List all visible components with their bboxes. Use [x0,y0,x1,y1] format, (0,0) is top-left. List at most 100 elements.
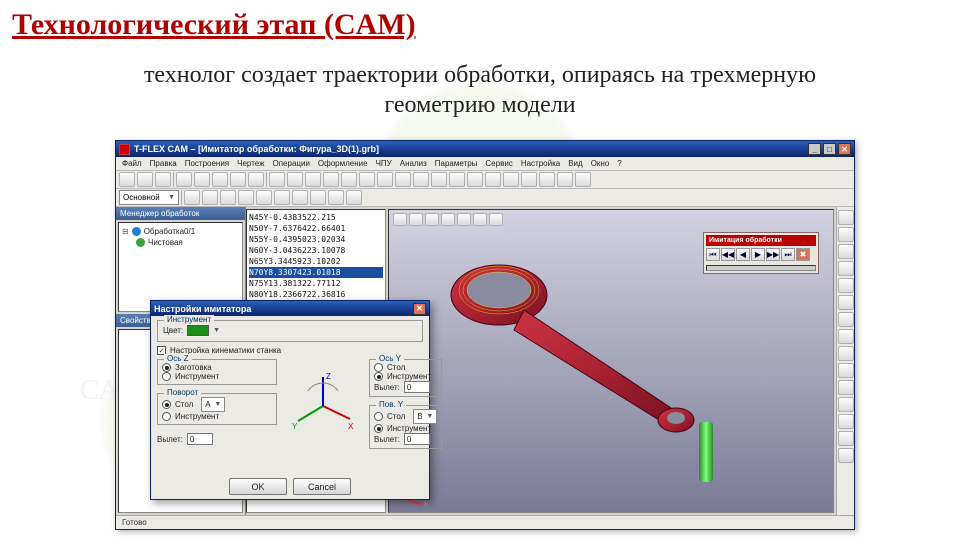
paste-icon[interactable] [212,172,228,187]
maximize-button[interactable]: □ [823,143,836,155]
menu-item[interactable]: Построения [185,159,229,168]
gcode-line[interactable]: N45Y-0.4383522.215 [249,212,383,223]
axis-combo[interactable]: A▼ [201,397,225,412]
menu-item[interactable]: Операции [272,159,309,168]
mirror-icon[interactable] [310,190,326,205]
gcode-line[interactable]: N55Y-0.4395023.02034 [249,234,383,245]
dialog-close-button[interactable]: ✕ [413,303,426,315]
layer-icon[interactable] [539,172,555,187]
player-last-button[interactable]: ⏭ [781,248,795,261]
grid2-icon[interactable] [220,190,236,205]
cut-icon[interactable] [176,172,192,187]
shaded-icon[interactable] [473,213,487,226]
rail-icon[interactable] [838,431,854,446]
viewport-3d[interactable]: Имитация обработки ⏮ ◀◀ ◀ ▶ ▶▶ ⏭ ✖ [388,209,834,513]
rail-icon[interactable] [838,414,854,429]
radio[interactable] [374,412,383,421]
ok-button[interactable]: OK [229,478,287,495]
player-close-button[interactable]: ✖ [796,248,810,261]
snap-icon[interactable] [184,190,200,205]
scale-icon[interactable] [292,190,308,205]
text-icon[interactable] [377,172,393,187]
rail-icon[interactable] [838,244,854,259]
menu-item[interactable]: ? [617,159,621,168]
menu-item[interactable]: Сервис [485,159,512,168]
spline-icon[interactable] [323,172,339,187]
select-icon[interactable] [238,190,254,205]
dialog-titlebar[interactable]: Настройки имитатора ✕ [151,301,429,316]
menu-item[interactable]: Вид [568,159,582,168]
open-icon[interactable] [137,172,153,187]
machining-tree[interactable]: ⊟ Обработка0/1 Чистовая [118,222,243,312]
gcode-line-selected[interactable]: N70Y8.3307423.01018 [249,267,383,278]
copy-icon[interactable] [194,172,210,187]
help-icon[interactable] [575,172,591,187]
radio[interactable] [162,412,171,421]
grid-icon[interactable] [557,172,573,187]
rail-icon[interactable] [838,227,854,242]
app-titlebar[interactable]: T-FLEX CAM – [Имитатор обработки: Фигура… [116,141,854,157]
menu-item[interactable]: Правка [150,159,177,168]
hatch-icon[interactable] [359,172,375,187]
rail-icon[interactable] [838,363,854,378]
pan3d-icon[interactable] [409,213,423,226]
rail-icon[interactable] [838,210,854,225]
gcode-line[interactable]: N75Y13.381322.77112 [249,278,383,289]
arc-icon[interactable] [287,172,303,187]
chevron-down-icon[interactable]: ▼ [213,327,220,334]
wireframe-icon[interactable] [457,213,471,226]
radio[interactable] [374,372,383,381]
menu-item[interactable]: Файл [122,159,142,168]
output-input[interactable]: 0 [187,433,213,445]
output-input[interactable]: 0 [404,381,430,393]
menu-item[interactable]: Анализ [400,159,427,168]
menu-item[interactable]: ЧПУ [376,159,392,168]
pan-icon[interactable] [449,172,465,187]
array-icon[interactable] [328,190,344,205]
layer-combo[interactable]: Основной ▼ [119,190,179,205]
radio[interactable] [162,363,171,372]
shade-icon[interactable] [503,172,519,187]
rail-icon[interactable] [838,295,854,310]
tree-node-root[interactable]: ⊟ Обработка0/1 [122,226,239,237]
persp-icon[interactable] [489,213,503,226]
new-icon[interactable] [119,172,135,187]
gcode-line[interactable]: N65Y3.3445923.10202 [249,256,383,267]
zoom-icon[interactable] [431,172,447,187]
fit3d-icon[interactable] [441,213,455,226]
rotate-icon[interactable] [274,190,290,205]
rail-icon[interactable] [838,380,854,395]
move-icon[interactable] [256,190,272,205]
measure-icon[interactable] [413,172,429,187]
player-forward-button[interactable]: ▶▶ [766,248,780,261]
ortho-icon[interactable] [202,190,218,205]
radio[interactable] [162,372,171,381]
color-swatch[interactable] [187,325,209,336]
menu-item[interactable]: Окно [591,159,610,168]
menu-item[interactable]: Параметры [435,159,478,168]
wire-icon[interactable] [521,172,537,187]
undo-icon[interactable] [230,172,246,187]
rail-icon[interactable] [838,346,854,361]
radio[interactable] [374,424,383,433]
rail-icon[interactable] [838,397,854,412]
radio[interactable] [162,400,171,409]
rail-icon[interactable] [838,261,854,276]
view3d-icon[interactable] [485,172,501,187]
redo-icon[interactable] [248,172,264,187]
zoom3d-icon[interactable] [425,213,439,226]
menu-item[interactable]: Настройка [521,159,560,168]
cancel-button[interactable]: Cancel [293,478,351,495]
rail-icon[interactable] [838,312,854,327]
menu-item[interactable]: Оформление [318,159,368,168]
player-play-button[interactable]: ▶ [751,248,765,261]
fit-icon[interactable] [467,172,483,187]
rail-icon[interactable] [838,278,854,293]
gcode-line[interactable]: N50Y-7.6376422.66401 [249,223,383,234]
line-icon[interactable] [269,172,285,187]
axis-combo[interactable]: B▼ [413,409,437,424]
radio[interactable] [374,363,383,372]
rect-icon[interactable] [341,172,357,187]
circle-icon[interactable] [305,172,321,187]
rail-icon[interactable] [838,448,854,463]
